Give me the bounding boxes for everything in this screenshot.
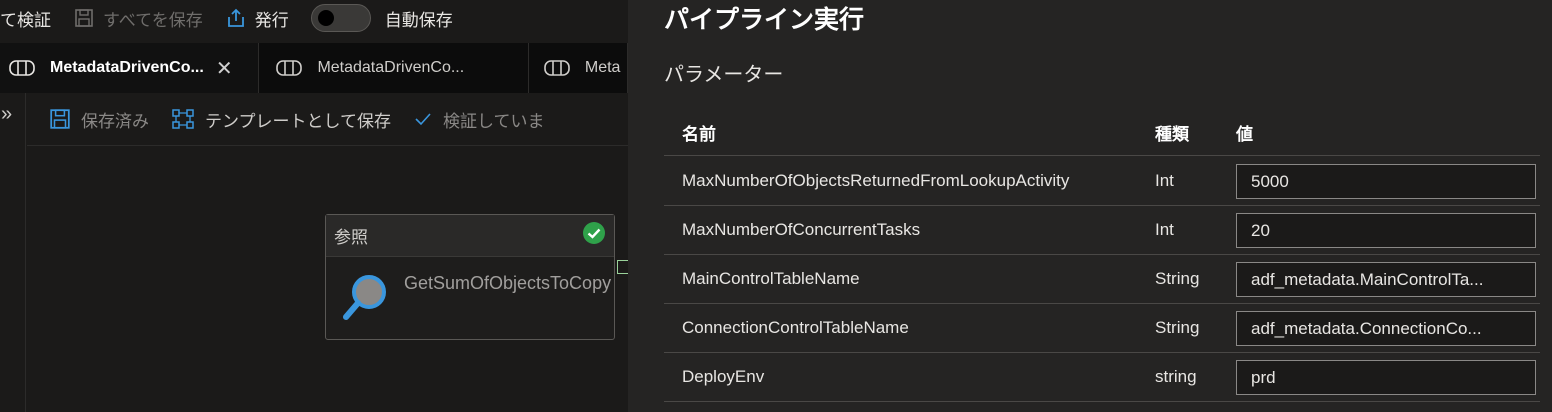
parameter-value-input[interactable] bbox=[1236, 360, 1536, 395]
column-header-type: 種類 bbox=[1155, 125, 1189, 144]
save-as-template-button[interactable]: テンプレートとして保存 bbox=[171, 107, 391, 132]
autosave-toggle[interactable] bbox=[310, 4, 371, 32]
save-icon bbox=[49, 108, 71, 130]
tab-label: MetadataDrivenCo... bbox=[50, 59, 204, 76]
publish-icon bbox=[225, 7, 247, 29]
pipeline-toolbar: 保存済み テンプレートとして保存 検証していま bbox=[27, 93, 628, 146]
pipeline-icon bbox=[543, 58, 571, 78]
save-as-template-label: テンプレートとして保存 bbox=[205, 111, 391, 131]
pipeline-editor: て検証 すべてを保存 発行 自動保存 MetadataDrivenCo... ✕… bbox=[0, 0, 628, 412]
lookup-activity-node[interactable]: 参照 GetSumOfObjectsToCopy bbox=[325, 214, 615, 340]
top-command-bar: て検証 すべてを保存 発行 自動保存 bbox=[0, 0, 628, 36]
activity-header: 参照 bbox=[326, 215, 614, 257]
saved-label: 保存済み bbox=[81, 111, 149, 131]
tab-label: MetadataDrivenCo... bbox=[317, 59, 465, 76]
save-icon bbox=[73, 7, 95, 29]
autosave-toggle-group: 自動保存 bbox=[310, 4, 453, 32]
parameter-name: MaxNumberOfObjectsReturnedFromLookupActi… bbox=[682, 171, 1070, 190]
table-row: MaxNumberOfConcurrentTasks Int bbox=[664, 206, 1540, 255]
autosave-label: 自動保存 bbox=[384, 10, 453, 30]
parameter-name: MaxNumberOfConcurrentTasks bbox=[682, 220, 921, 239]
tab-pipeline-3[interactable]: Meta bbox=[528, 43, 628, 93]
validating-label: 検証していま bbox=[442, 111, 545, 131]
validate-button[interactable]: て検証 bbox=[0, 6, 51, 31]
expand-chevron-icon[interactable]: » bbox=[1, 103, 12, 126]
parameter-value-input[interactable] bbox=[1236, 311, 1536, 346]
template-icon bbox=[171, 108, 195, 130]
table-row: ConnectionControlTableName String bbox=[664, 304, 1540, 353]
parameter-value-input[interactable] bbox=[1236, 262, 1536, 297]
validate-button[interactable]: 検証していま bbox=[413, 107, 545, 132]
table-row: MaxNumberOfObjectsReturnedFromLookupActi… bbox=[664, 157, 1540, 206]
check-icon bbox=[413, 109, 433, 129]
parameter-type: string bbox=[1155, 367, 1197, 386]
activity-name: GetSumOfObjectsToCopy bbox=[404, 273, 612, 293]
saved-button[interactable]: 保存済み bbox=[49, 107, 149, 132]
parameters-table-header: 名前 種類 値 bbox=[664, 118, 1540, 156]
pipeline-icon bbox=[275, 58, 303, 78]
column-header-value: 値 bbox=[1236, 125, 1253, 144]
parameter-type: Int bbox=[1155, 220, 1174, 239]
toggle-knob bbox=[317, 10, 334, 26]
parameter-value-input[interactable] bbox=[1236, 164, 1536, 199]
table-row: MainControlTableName String bbox=[664, 255, 1540, 304]
parameter-value-input[interactable] bbox=[1236, 213, 1536, 248]
publish-button[interactable]: 発行 bbox=[225, 6, 289, 31]
pipeline-icon bbox=[8, 58, 36, 78]
parameter-type: Int bbox=[1155, 171, 1174, 190]
tab-pipeline-2[interactable]: MetadataDrivenCo... bbox=[259, 43, 529, 93]
activities-pane-collapsed: » bbox=[0, 93, 26, 412]
parameter-type: String bbox=[1155, 269, 1200, 288]
parameter-name: MainControlTableName bbox=[682, 269, 860, 288]
activity-type-label: 参照 bbox=[334, 228, 368, 247]
activity-checkbox[interactable] bbox=[617, 260, 628, 274]
tab-label: Meta bbox=[584, 59, 621, 76]
panel-title: パイプライン実行 bbox=[664, 6, 865, 34]
pipeline-run-panel: パイプライン実行 パラメーター 名前 種類 値 MaxNumberOfObjec… bbox=[628, 0, 1552, 412]
lookup-icon bbox=[342, 271, 390, 328]
save-all-label: すべてを保存 bbox=[103, 10, 203, 30]
activity-body: GetSumOfObjectsToCopy bbox=[326, 257, 614, 342]
column-header-name: 名前 bbox=[682, 125, 716, 144]
success-check-icon bbox=[582, 221, 606, 250]
tab-pipeline-1[interactable]: MetadataDrivenCo... ✕ bbox=[0, 43, 260, 93]
parameter-name: ConnectionControlTableName bbox=[682, 318, 909, 337]
parameter-type: String bbox=[1155, 318, 1200, 337]
app-root: て検証 すべてを保存 発行 自動保存 MetadataDrivenCo... ✕… bbox=[0, 0, 1552, 412]
publish-label: 発行 bbox=[254, 10, 289, 30]
save-all-button[interactable]: すべてを保存 bbox=[73, 6, 203, 31]
validate-label: て検証 bbox=[0, 10, 51, 30]
parameters-section-title: パラメーター bbox=[664, 64, 784, 86]
pipeline-tabs: MetadataDrivenCo... ✕ MetadataDrivenCo..… bbox=[0, 43, 628, 93]
parameter-name: DeployEnv bbox=[682, 367, 765, 386]
table-row: DeployEnv string bbox=[664, 353, 1540, 402]
close-icon[interactable]: ✕ bbox=[216, 56, 233, 81]
